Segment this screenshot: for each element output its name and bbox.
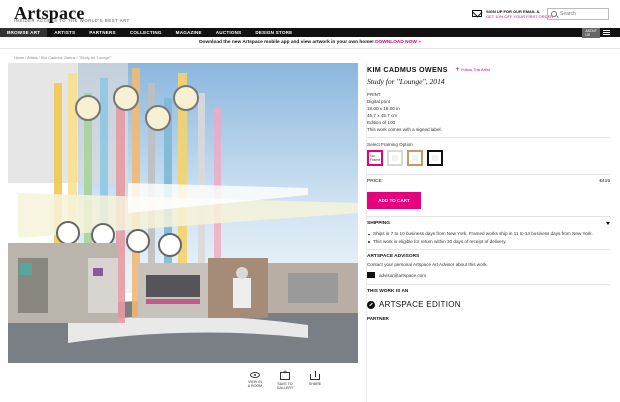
divider xyxy=(367,216,610,217)
divider xyxy=(367,174,610,175)
share-icon xyxy=(310,371,320,380)
envelope-icon xyxy=(367,272,375,279)
artwork-title: Study for "Lounge", 2014 xyxy=(367,77,445,86)
tagline: INSIDER ACCESS TO THE WORLD'S BEST ART xyxy=(14,18,130,23)
advisors-heading: ARTSPACE ADVISORS xyxy=(367,254,420,260)
about-us-button[interactable]: ABOUT US xyxy=(582,27,600,38)
nav-partners[interactable]: PARTNERS xyxy=(82,28,123,37)
download-now-link[interactable]: DOWNLOAD NOW » xyxy=(375,40,421,45)
plus-icon: + xyxy=(455,66,460,73)
nav-design-store[interactable]: DESIGN STORE xyxy=(248,28,299,37)
divider xyxy=(367,249,610,251)
promo-text: Download the new Artspace mobile app and… xyxy=(199,40,374,45)
advisors-text: Contact your personal Artspace Art Advis… xyxy=(367,262,488,268)
search-box[interactable] xyxy=(547,8,609,20)
artwork-size-in: 18.00 x 18.00 in xyxy=(367,106,400,111)
price-value: €415 xyxy=(599,179,610,184)
advisor-email-link[interactable]: advisor@artspace.com xyxy=(367,272,610,279)
list-item: This work is eligible for return within … xyxy=(367,239,610,246)
nav-artists[interactable]: ARTISTS xyxy=(47,28,82,37)
email-signup[interactable]: SIGN UP FOR OUR EMAIL & GET 10% OFF YOUR… xyxy=(472,9,553,19)
artwork-medium: Digital print xyxy=(367,99,390,104)
artwork-edition: Edition of 100 xyxy=(367,120,396,125)
frame-option-white[interactable] xyxy=(387,150,403,166)
save-to-gallery-button[interactable]: SAVE TO GALLERY xyxy=(276,371,294,390)
mail-icon xyxy=(472,10,482,17)
price-row: PRICE: €415 xyxy=(367,179,610,184)
artist-name[interactable]: KIM CADMUS OWENS xyxy=(367,65,448,74)
divider xyxy=(367,284,610,286)
search-icon xyxy=(551,11,557,17)
frame-option-wood[interactable] xyxy=(407,150,423,166)
artspace-edition-badge: ARTSPACE EDITION xyxy=(367,300,610,309)
nav-magazine[interactable]: MAGAZINE xyxy=(169,28,209,37)
caret-down-icon xyxy=(606,222,610,225)
view-in-room-button[interactable]: VIEW IN A ROOM xyxy=(246,372,264,390)
price-label: PRICE: xyxy=(367,179,383,184)
frame-option-none[interactable]: No Frame xyxy=(367,150,383,166)
artwork-image[interactable] xyxy=(8,63,358,363)
framing-label: Select Framing Option xyxy=(367,142,413,147)
signup-line2: GET 10% OFF YOUR FIRST ORDER xyxy=(486,14,554,19)
main-nav: BROWSE ART ARTISTS PARTNERS COLLECTING M… xyxy=(0,27,620,38)
search-input[interactable] xyxy=(560,11,608,17)
share-button[interactable]: SHARE xyxy=(306,371,324,390)
app-promo-banner: Download the new Artspace mobile app and… xyxy=(0,37,620,49)
shipping-heading: SHIPPING xyxy=(367,221,390,226)
frame-option-black[interactable] xyxy=(427,150,443,166)
artwork-type: PRINT xyxy=(367,92,381,97)
signed-note: This work comes with a signed label. xyxy=(367,127,442,132)
shipping-list: Ships in 7 to 10 business days from New … xyxy=(367,231,610,245)
menu-icon[interactable] xyxy=(603,30,610,35)
nav-auctions[interactable]: AUCTIONS xyxy=(209,28,249,37)
product-panel: KIM CADMUS OWENS + Follow This Artist St… xyxy=(367,65,610,321)
nav-browse-art[interactable]: BROWSE ART xyxy=(0,28,48,37)
artwork-size-cm: 45.7 x 45.7 cm xyxy=(367,113,398,118)
add-to-cart-button[interactable]: ADD TO CART xyxy=(367,192,421,209)
shipping-toggle[interactable]: SHIPPING xyxy=(367,221,610,226)
follow-artist-button[interactable]: + Follow This Artist xyxy=(455,66,490,73)
add-to-gallery-icon xyxy=(280,371,290,380)
framing-options: No Frame xyxy=(367,150,610,166)
artspace-edition-icon xyxy=(367,300,375,309)
partner-heading: PARTNER xyxy=(367,316,389,322)
divider xyxy=(367,137,610,138)
edition-heading: THIS WORK IS AN xyxy=(367,289,409,295)
top-header: Artspace INSIDER ACCESS TO THE WORLD'S B… xyxy=(0,0,620,28)
breadcrumb[interactable]: Home / Artists / Kim Cadmus Owens / "Stu… xyxy=(14,56,112,60)
nav-collecting[interactable]: COLLECTING xyxy=(123,28,169,37)
eye-icon xyxy=(250,372,260,378)
list-item: Ships in 7 to 10 business days from New … xyxy=(367,231,610,238)
artwork-actions: VIEW IN A ROOM SAVE TO GALLERY SHARE xyxy=(246,371,324,390)
